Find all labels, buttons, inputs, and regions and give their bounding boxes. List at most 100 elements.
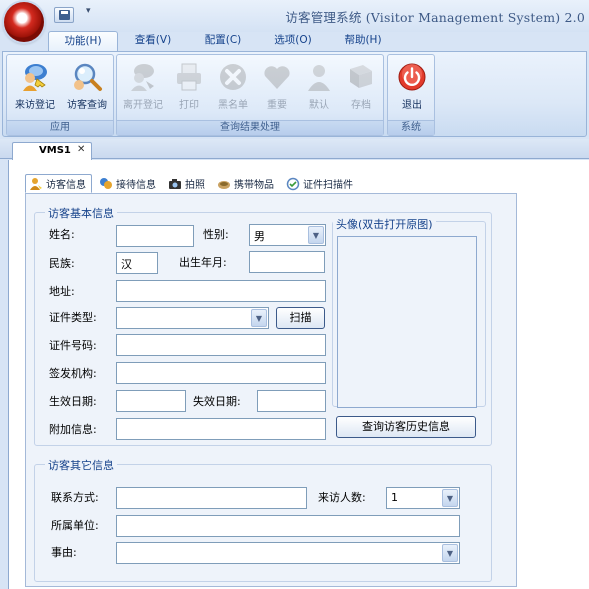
save-icon [58,10,70,20]
sub-tab-bar: 访客信息 接待信息 拍照 携带物品 证件扫描件 [25,174,362,193]
document-tab-label: VMS1 [39,145,71,156]
contact-label: 联系方式: [51,491,99,504]
valid-from-input[interactable] [116,390,186,412]
user-key-icon [19,61,51,93]
ethnicity-label: 民族: [49,257,75,270]
extra-info-input[interactable] [116,418,326,440]
birth-input[interactable] [249,251,325,273]
query-history-button[interactable]: 查询访客历史信息 [336,416,476,438]
chevron-down-icon[interactable]: ▼ [308,226,324,244]
person-icon [303,61,335,93]
visitor-count-label: 来访人数: [318,491,366,504]
visit-register-button[interactable]: 来访登记 [9,59,61,117]
subtab-photo-label: 拍照 [185,180,205,191]
subtab-visitor-info[interactable]: 访客信息 [25,174,92,193]
printer-icon [173,61,205,93]
visitor-count-select[interactable]: 1 ▼ [386,487,460,509]
quick-access-save-button[interactable] [54,7,74,23]
ethnicity-input[interactable]: 汉 [116,252,158,274]
leave-register-button[interactable]: 离开登记 [117,59,169,117]
gender-select-value: 男 [254,230,265,243]
close-tab-icon[interactable]: ✕ [77,144,85,155]
power-icon [396,61,428,93]
ribbon-tab-bar: 功能(H) 查看(V) 配置(C) 选项(O) 帮助(H) [48,31,398,52]
ribbon-group-system-label: 系统 [388,120,434,135]
gender-label: 性别: [203,228,229,241]
company-label: 所属单位: [51,519,99,532]
tab-function[interactable]: 功能(H) [48,31,118,52]
items-icon [217,177,231,191]
extra-info-label: 附加信息: [49,423,97,436]
camera-icon [168,177,182,191]
other-info-group: 访客其它信息 联系方式: 来访人数: 1 ▼ 所属单位: 事由: ▼ [34,457,492,582]
visitor-query-label: 访客查询 [67,100,107,111]
tab-view[interactable]: 查看(V) [118,31,188,52]
magnifier-icon [71,61,103,93]
basic-info-group: 访客基本信息 姓名: 性别: 男 ▼ 民族: 汉 出生年月: 地址: 证件类型:… [34,205,492,446]
tab-options[interactable]: 选项(O) [258,31,328,52]
visitor-form-pane: 访客基本信息 姓名: 性别: 男 ▼ 民族: 汉 出生年月: 地址: 证件类型:… [25,193,517,587]
valid-from-label: 生效日期: [49,395,97,408]
tab-config[interactable]: 配置(C) [188,31,258,52]
title-bar: ▾ 访客管理系统 (Visitor Management System) 2.0 [0,0,589,42]
ribbon-group-system: 退出 系统 [387,54,435,136]
valid-to-input[interactable] [257,390,326,412]
ribbon-group-results: 离开登记 打印 黑名单 重要 默认 存档 查询结果处理 [116,54,384,136]
quick-access-dropdown-icon[interactable]: ▾ [86,6,91,16]
subtab-id-scan[interactable]: 证件扫描件 [283,174,358,193]
reception-icon [99,177,113,191]
subtab-carried-items-label: 携带物品 [234,180,274,191]
ribbon-group-app-label: 应用 [7,120,113,135]
exit-label: 退出 [402,100,422,111]
scan-icon [286,177,300,191]
id-type-select[interactable]: ▼ [116,307,269,329]
archive-icon [345,61,377,93]
subtab-reception-info[interactable]: 接待信息 [96,174,161,193]
issuer-label: 签发机构: [49,367,97,380]
subtab-carried-items[interactable]: 携带物品 [214,174,279,193]
chevron-down-icon[interactable]: ▼ [442,544,458,562]
name-label: 姓名: [49,228,75,241]
subtab-reception-info-label: 接待信息 [116,180,156,191]
document-tab-vms1[interactable]: VMS1 ✕ [12,142,92,160]
heart-icon [261,61,293,93]
exit-button[interactable]: 退出 [386,59,438,117]
issuer-input[interactable] [116,362,326,384]
tab-help[interactable]: 帮助(H) [328,31,398,52]
address-label: 地址: [49,285,75,298]
id-number-input[interactable] [116,334,326,356]
scan-button[interactable]: 扫描 [276,307,325,329]
id-type-label: 证件类型: [49,311,97,324]
leave-icon [127,61,159,93]
main-panel: 访客信息 接待信息 拍照 携带物品 证件扫描件 访客基本信息 姓名: 性别: 男… [8,160,589,589]
chevron-down-icon[interactable]: ▼ [442,489,458,507]
subtab-id-scan-label: 证件扫描件 [303,180,353,191]
reason-label: 事由: [51,546,77,559]
avatar-photo[interactable] [337,236,477,408]
application-menu-button[interactable] [4,2,44,42]
archive-button[interactable]: 存档 [335,59,387,117]
other-info-title: 访客其它信息 [45,457,117,473]
document-tab-strip: VMS1 ✕ [0,139,589,160]
company-input[interactable] [116,515,460,537]
leave-register-label: 离开登记 [123,100,163,111]
ribbon-panel: 来访登记 访客查询 应用 离开登记 打印 黑名单 重要 默认 存档 查询结果处理… [2,51,587,137]
id-number-label: 证件号码: [49,339,97,352]
contact-input[interactable] [116,487,307,509]
reason-select[interactable]: ▼ [116,542,460,564]
subtab-photo[interactable]: 拍照 [165,174,210,193]
archive-label: 存档 [351,100,371,111]
photo-title: 头像(双击打开原图) [333,216,436,232]
visitor-icon [29,177,43,191]
visitor-query-button[interactable]: 访客查询 [61,59,113,117]
gender-select[interactable]: 男 ▼ [249,224,326,246]
chevron-down-icon[interactable]: ▼ [251,309,267,327]
ribbon-group-app: 来访登记 访客查询 应用 [6,54,114,136]
name-input[interactable] [116,225,194,247]
birth-label: 出生年月: [179,256,227,269]
address-input[interactable] [116,280,326,302]
blacklist-icon [217,61,249,93]
visit-register-label: 来访登记 [15,100,55,111]
visitor-count-value: 1 [391,491,398,504]
valid-to-label: 失效日期: [193,395,241,408]
